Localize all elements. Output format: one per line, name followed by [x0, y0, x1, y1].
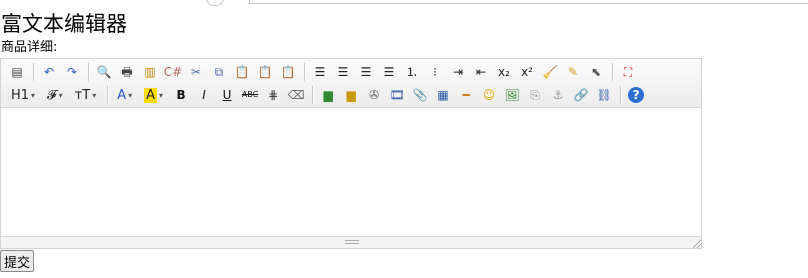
align-justify-icon[interactable]: ☰ — [379, 62, 399, 82]
align-center-icon[interactable]: ☰ — [333, 62, 353, 82]
bold-icon[interactable]: B — [171, 85, 191, 105]
ordered-list-icon[interactable]: ⒈ — [402, 62, 422, 82]
horizontal-rule-icon[interactable]: ━ — [456, 85, 476, 105]
indent-icon[interactable]: ⇥ — [448, 62, 468, 82]
eraser-icon[interactable]: ⌫ — [286, 85, 306, 105]
unordered-list-icon[interactable]: ⁝ — [425, 62, 445, 82]
partial-input-box — [249, 0, 808, 4]
align-left-icon[interactable]: ☰ — [310, 62, 330, 82]
preview-icon[interactable]: 🔍 — [94, 62, 114, 82]
redo-icon[interactable]: ↷ — [62, 62, 82, 82]
resize-grip-icon[interactable] — [345, 239, 359, 245]
insert-table-icon[interactable]: ▦ — [433, 85, 453, 105]
resize-corner-icon[interactable] — [693, 240, 701, 248]
undo-icon[interactable]: ↶ — [39, 62, 59, 82]
toolbar-separator — [620, 86, 622, 104]
field-label: 商品详细: — [1, 40, 58, 55]
superscript-icon[interactable]: x² — [517, 62, 537, 82]
chevron-down-icon: ▾ — [31, 90, 36, 100]
insert-flash-icon[interactable]: ▆ — [341, 85, 361, 105]
chevron-down-icon: ▾ — [92, 90, 97, 100]
image-icon[interactable]: 🖼 — [502, 85, 522, 105]
fullscreen-icon[interactable]: ⛶ — [618, 62, 638, 82]
insert-image-icon[interactable]: ▆ — [318, 85, 338, 105]
help-icon[interactable]: ? — [628, 87, 645, 103]
strikethrough-icon[interactable]: ABC — [240, 85, 260, 105]
outdent-icon[interactable]: ⇤ — [471, 62, 491, 82]
heading-combo-label: H1 — [11, 87, 30, 103]
insert-video-icon[interactable]: 🎞 — [387, 85, 407, 105]
table-lines-icon[interactable]: ⋕ — [263, 85, 283, 105]
template-icon[interactable]: ▥ — [140, 62, 160, 82]
toolbar-row-1: ▤ ↶ ↷ 🔍 🖶 ▥ C# ✂ ⧉ 📋 📋 📋 ☰ ☰ ☰ ☰ ⒈ ⁝ ⇥ ⇤ x₂ x² 🧹 ✎ ⬉ ⛶ — [7, 61, 641, 83]
toolbar-separator — [312, 86, 314, 104]
editor-statusbar — [1, 237, 701, 248]
editor-toolbar: ▤ ↶ ↷ 🔍 🖶 ▥ C# ✂ ⧉ 📋 📋 📋 ☰ ☰ ☰ ☰ ⒈ ⁝ ⇥ ⇤ x₂ x² 🧹 ✎ ⬉ ⛶ H1 ▾ 𝓕 ▾ ᴛT ▾ A ▾… — [1, 59, 701, 108]
toolbar-separator — [88, 63, 89, 81]
cut-icon[interactable]: ✂ — [186, 62, 206, 82]
paste-word-icon[interactable]: 📋 — [278, 62, 298, 82]
bg-color-combo-label: A — [144, 87, 158, 103]
quick-format-icon[interactable]: ✎ — [563, 62, 583, 82]
align-right-icon[interactable]: ☰ — [356, 62, 376, 82]
toolbar-separator — [33, 63, 34, 81]
source-icon[interactable]: ▤ — [7, 62, 27, 82]
toolbar-separator — [612, 63, 613, 81]
submit-button[interactable]: 提交 — [0, 250, 35, 272]
font-size-combo-label: ᴛT — [74, 87, 91, 103]
select-all-icon[interactable]: ⬉ — [586, 62, 606, 82]
page-break-icon[interactable]: ⎘ — [525, 85, 545, 105]
paste-icon[interactable]: 📋 — [232, 62, 252, 82]
underline-icon[interactable]: U — [217, 85, 237, 105]
toolbar-row-2: H1 ▾ 𝓕 ▾ ᴛT ▾ A ▾ A ▾ B I U ABC ⋕ ⌫ ▆ ▆ ✇ 🎞 📎 ▦ ━ ☺ 🖼 ⎘ ⚓ 🔗 ⛓? — [7, 84, 649, 106]
copy-icon[interactable]: ⧉ — [209, 62, 229, 82]
insert-media-icon[interactable]: ✇ — [364, 85, 384, 105]
link-icon[interactable]: 🔗 — [571, 85, 591, 105]
top-partial-controls — [0, 0, 808, 6]
attachment-icon[interactable]: 📎 — [410, 85, 430, 105]
font-color-combo-label: A — [117, 87, 127, 103]
partial-control-arc — [206, 0, 224, 6]
heading-combo[interactable]: H1 ▾ — [7, 84, 39, 106]
subscript-icon[interactable]: x₂ — [494, 62, 514, 82]
clear-format-icon[interactable]: 🧹 — [540, 62, 560, 82]
font-size-combo[interactable]: ᴛT ▾ — [71, 84, 101, 106]
page-title: 富文本编辑器 — [1, 12, 127, 36]
toolbar-separator — [107, 86, 109, 104]
emoticon-icon[interactable]: ☺ — [479, 85, 499, 105]
unlink-icon[interactable]: ⛓ — [594, 85, 614, 105]
editor-content-area[interactable] — [1, 108, 701, 237]
paste-text-icon[interactable]: 📋 — [255, 62, 275, 82]
chevron-down-icon: ▾ — [128, 90, 133, 100]
chevron-down-icon: ▾ — [159, 90, 164, 100]
anchor-icon[interactable]: ⚓ — [548, 85, 568, 105]
code-icon[interactable]: C# — [163, 62, 183, 82]
bg-color-combo[interactable]: A ▾ — [140, 84, 167, 106]
font-family-combo-label: 𝓕 — [47, 87, 57, 103]
italic-icon[interactable]: I — [194, 85, 214, 105]
toolbar-separator — [304, 63, 305, 81]
rich-text-editor: ▤ ↶ ↷ 🔍 🖶 ▥ C# ✂ ⧉ 📋 📋 📋 ☰ ☰ ☰ ☰ ⒈ ⁝ ⇥ ⇤ x₂ x² 🧹 ✎ ⬉ ⛶ H1 ▾ 𝓕 ▾ ᴛT ▾ A ▾… — [0, 58, 702, 249]
font-family-combo[interactable]: 𝓕 ▾ — [43, 84, 67, 106]
chevron-down-icon: ▾ — [58, 90, 63, 100]
print-icon[interactable]: 🖶 — [117, 62, 137, 82]
font-color-combo[interactable]: A ▾ — [113, 84, 136, 106]
